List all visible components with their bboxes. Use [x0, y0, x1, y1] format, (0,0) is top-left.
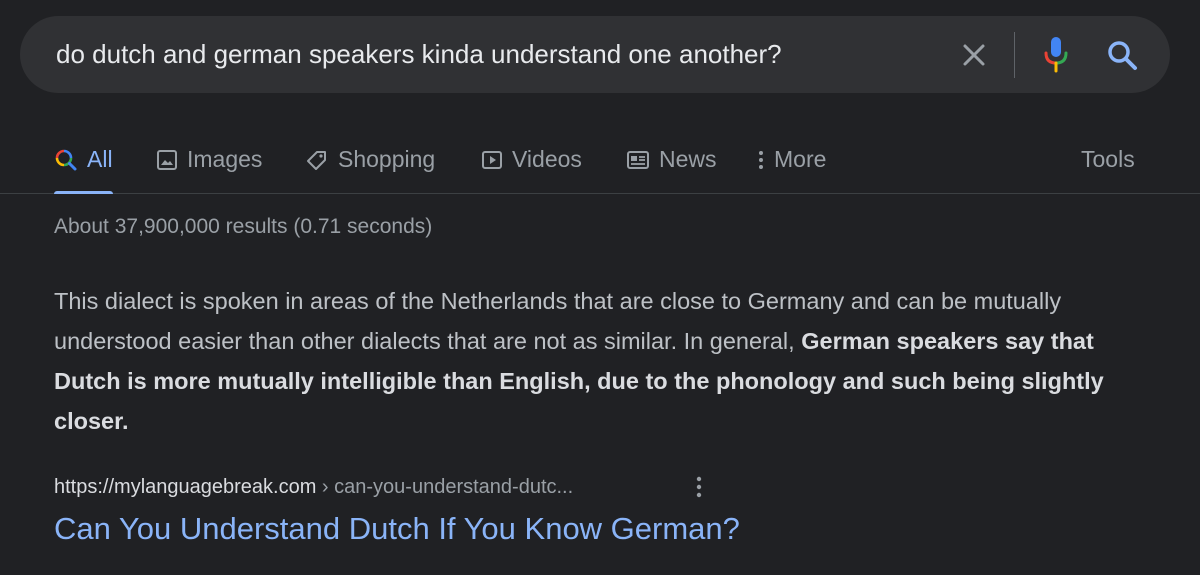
result-breadcrumb: › can-you-understand-dutc...: [316, 476, 574, 498]
tab-label: Tools: [1081, 146, 1135, 172]
tag-icon: [305, 148, 329, 172]
search-bar-divider: [1014, 32, 1015, 78]
search-input[interactable]: [56, 16, 936, 93]
result-stats: About 37,900,000 results (0.71 seconds): [54, 215, 433, 238]
tab-more[interactable]: More: [757, 126, 826, 193]
image-icon: [156, 149, 178, 171]
search-results-page: All Images Shopping: [0, 0, 1200, 575]
result-url[interactable]: https://mylanguagebreak.com › can-you-un…: [54, 476, 573, 499]
tab-label: Images: [187, 146, 263, 172]
tab-label: All: [87, 146, 113, 172]
tab-news[interactable]: News: [626, 126, 717, 193]
newspaper-icon: [626, 149, 650, 171]
tab-images[interactable]: Images: [156, 126, 262, 193]
microphone-icon[interactable]: [1036, 16, 1076, 93]
result-site: https://mylanguagebreak.com: [54, 476, 317, 498]
tab-tools[interactable]: Tools: [1081, 126, 1135, 193]
vertical-dots-icon: [757, 149, 765, 171]
play-icon: [481, 149, 503, 171]
tab-label: Videos: [512, 146, 582, 172]
tab-shopping[interactable]: Shopping: [305, 126, 435, 193]
result-title-link[interactable]: Can You Understand Dutch If You Know Ger…: [54, 511, 740, 547]
tab-all[interactable]: All: [54, 126, 113, 194]
close-icon[interactable]: [954, 16, 994, 93]
featured-snippet: This dialect is spoken in areas of the N…: [54, 281, 1134, 441]
search-bar: [20, 16, 1170, 93]
tab-label: News: [659, 146, 717, 172]
vertical-dots-icon[interactable]: [688, 474, 710, 500]
tab-label: Shopping: [338, 146, 436, 172]
search-icon[interactable]: [1100, 16, 1144, 93]
tab-label: More: [774, 146, 827, 172]
search-tabs: All Images Shopping Videos News More Too…: [0, 126, 1200, 194]
tab-videos[interactable]: Videos: [481, 126, 582, 193]
search-icon: [54, 148, 78, 172]
